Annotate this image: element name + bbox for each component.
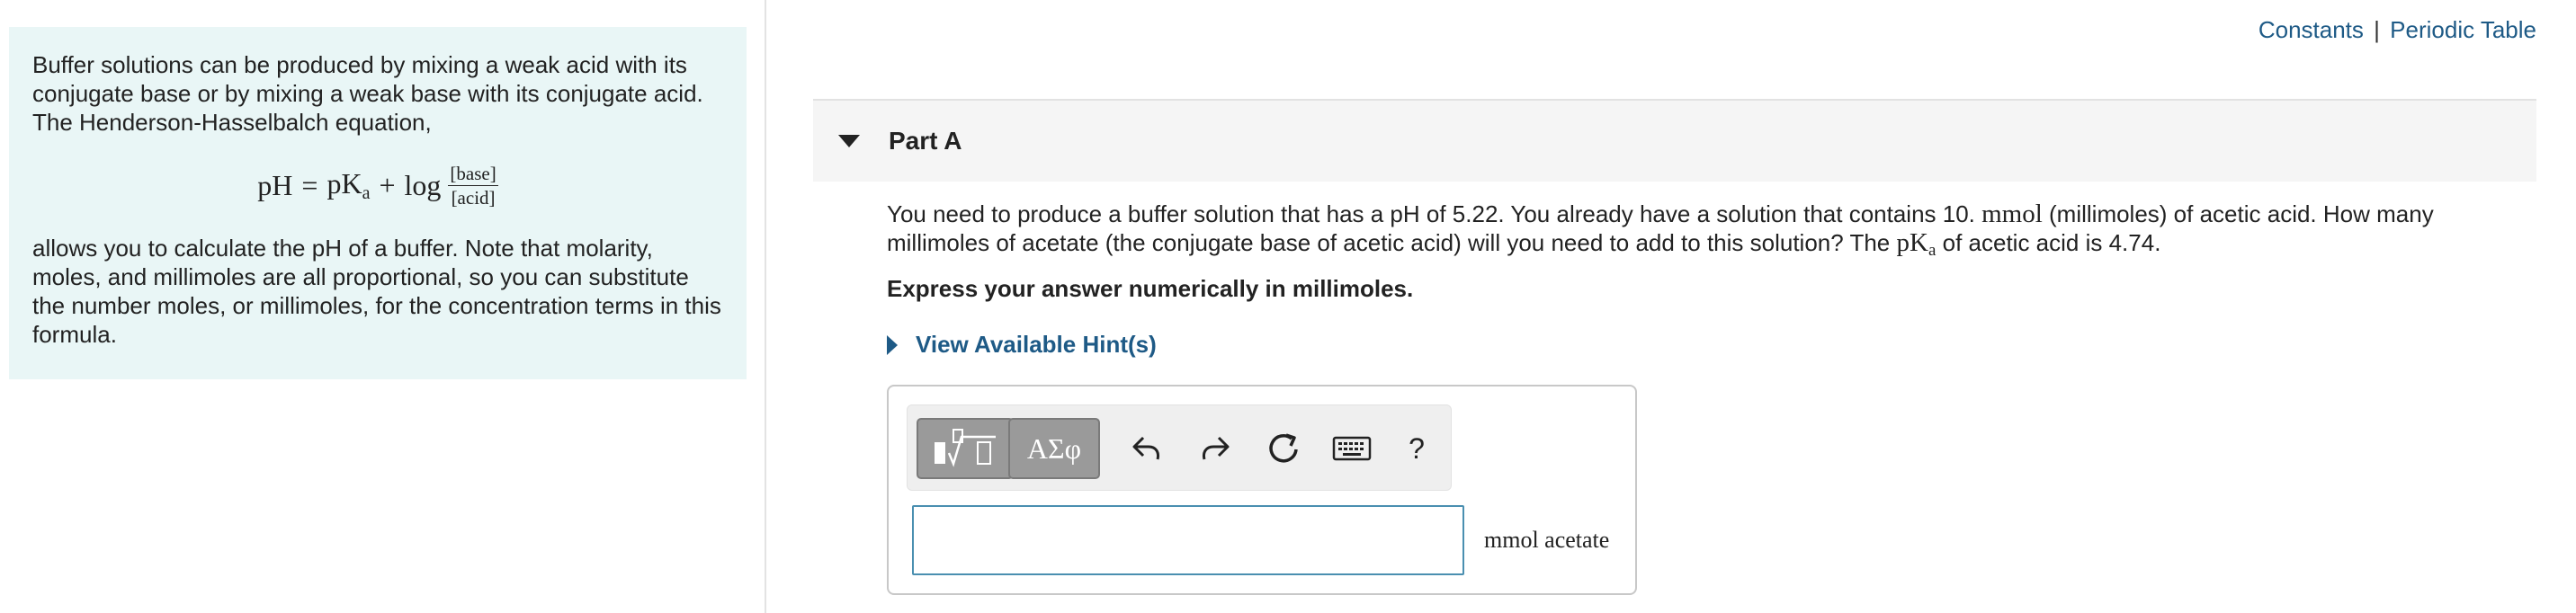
unit-label: mmol acetate (1484, 527, 1610, 553)
reset-icon[interactable] (1260, 425, 1307, 472)
eq-log: log (404, 168, 442, 201)
collapse-caret-icon[interactable] (838, 135, 860, 147)
math-toolbar: ΑΣφ ? (907, 404, 1452, 491)
help-icon[interactable]: ? (1393, 425, 1440, 472)
undo-icon[interactable] (1123, 425, 1170, 472)
eq-pk: pKa (326, 166, 371, 203)
top-links: Constants | Periodic Table (2258, 16, 2536, 44)
view-hints-toggle[interactable]: View Available Hint(s) (887, 331, 1157, 359)
mmol-unit: mmol (1981, 200, 2043, 228)
pka-symbol: pKa (1896, 228, 1936, 260)
eq-numerator: [base] (448, 162, 498, 186)
templates-icon (935, 429, 996, 467)
info-intro: Buffer solutions can be produced by mixi… (32, 51, 703, 136)
symbols-button[interactable]: ΑΣφ (1008, 418, 1100, 479)
answer-input[interactable] (912, 505, 1464, 575)
periodic-table-link[interactable]: Periodic Table (2390, 16, 2536, 43)
eq-denominator: [acid] (451, 186, 496, 209)
left-column: Buffer solutions can be produced by mixi… (0, 0, 766, 613)
keyboard-icon[interactable] (1328, 425, 1375, 472)
expand-caret-icon (887, 334, 898, 355)
redo-icon[interactable] (1192, 425, 1239, 472)
eq-equals: = (301, 168, 318, 201)
question-text: You need to produce a buffer solution th… (887, 200, 2434, 260)
link-separator: | (2374, 16, 2380, 43)
eq-lhs: pH (257, 168, 293, 201)
templates-button[interactable] (917, 418, 1014, 479)
eq-fraction: [base] [acid] (448, 162, 498, 209)
constants-link[interactable]: Constants (2258, 16, 2364, 43)
eq-plus: + (379, 168, 396, 201)
info-panel: Buffer solutions can be produced by mixi… (9, 27, 747, 379)
part-title: Part A (889, 127, 962, 155)
answer-instruction: Express your answer numerically in milli… (887, 275, 1414, 302)
part-a-header[interactable]: Part A (813, 99, 2536, 182)
henderson-hasselbalch-equation: pH = pKa + log [base] [acid] (32, 146, 723, 225)
answer-box: ΑΣφ ? mmol acetate (887, 385, 1637, 595)
info-after: allows you to calculate the pH of a buff… (32, 235, 721, 348)
hint-label: View Available Hint(s) (916, 331, 1157, 358)
